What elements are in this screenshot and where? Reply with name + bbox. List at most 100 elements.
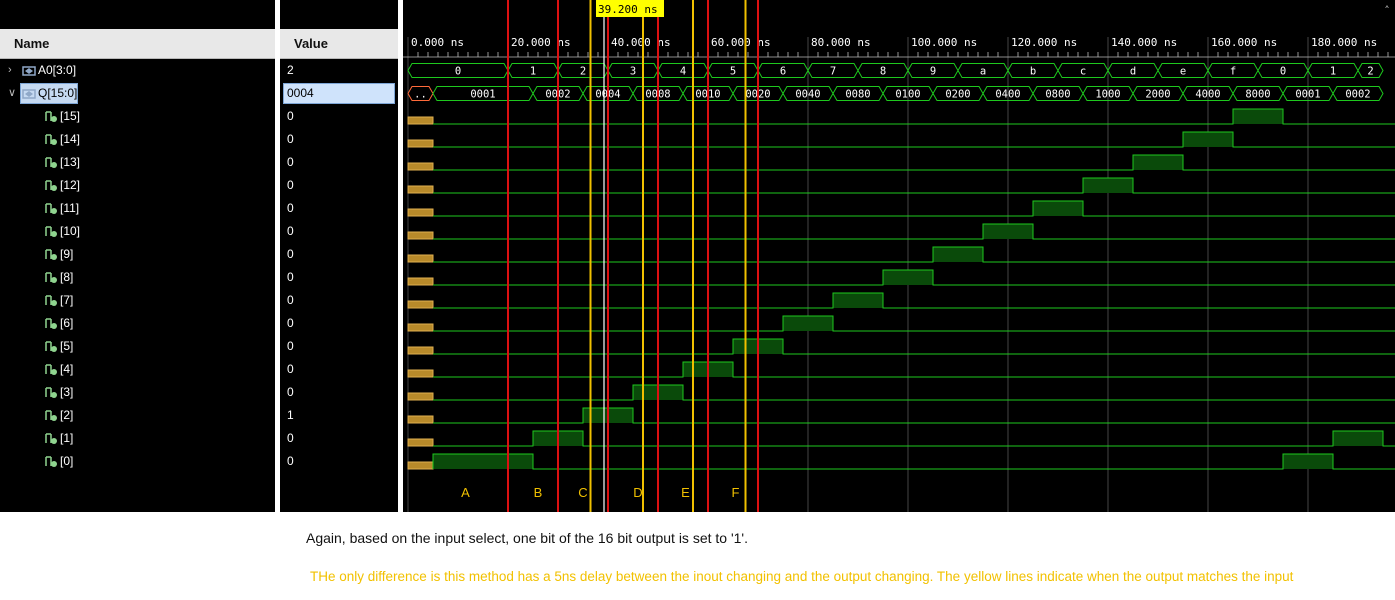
signal-value: 0: [287, 178, 294, 192]
signal-value: 0: [287, 109, 294, 123]
q-bus-value-label: 4000: [1195, 89, 1220, 101]
signal-row[interactable]: [2] 1: [0, 404, 398, 427]
signal-row[interactable]: [5] 0: [0, 335, 398, 358]
time-tick-label: 180.000 ns: [1311, 36, 1377, 49]
a0-bus-value-label: 1: [1330, 66, 1336, 78]
bit-high-fill: [1333, 431, 1383, 446]
bit-waveform-11[interactable]: [433, 200, 1395, 217]
signal-row[interactable]: [12] 0: [0, 174, 398, 197]
signal-row[interactable]: [8] 0: [0, 266, 398, 289]
value-column-header[interactable]: Value: [280, 29, 398, 59]
bit-signal-icon: [45, 134, 57, 145]
bit-high-fill: [883, 270, 933, 285]
q-bus-value-label: 0001: [470, 89, 495, 101]
signal-name: [11]: [60, 201, 80, 215]
signal-name: [14]: [60, 132, 81, 146]
uninitialized-marker: [407, 185, 434, 194]
bit-waveform-5[interactable]: [433, 338, 1395, 355]
bit-signal-icon: [45, 157, 57, 168]
uninitialized-marker: [407, 323, 434, 332]
a0-bus-value-label: 2: [1367, 66, 1373, 78]
uninitialized-marker: [407, 438, 434, 447]
bit-waveform-4[interactable]: [433, 361, 1395, 378]
annotation-label: A: [461, 485, 470, 500]
bit-waveform-0[interactable]: [432, 453, 1395, 470]
signal-row[interactable]: [7] 0: [0, 289, 398, 312]
bit-signal-icon: [45, 272, 57, 283]
bit-signal-icon: [45, 226, 57, 237]
a0-bus-value-label: e: [1180, 66, 1186, 78]
collapse-chevron-icon[interactable]: ∨: [8, 82, 16, 105]
q-bus-value-label: 0200: [945, 89, 970, 101]
signal-row[interactable]: [3] 0: [0, 381, 398, 404]
cursor-time-label: 39.200 ns: [598, 3, 658, 16]
bit-waveform-12[interactable]: [433, 177, 1395, 194]
waveform-canvas[interactable]: 0.000 ns 20.000 ns 40.000 ns 60.000 ns 80.00…: [403, 0, 1395, 512]
a0-bus-value-label: b: [1030, 66, 1036, 78]
bit-signal-icon: [45, 433, 57, 444]
bit-waveform-14[interactable]: [433, 131, 1395, 148]
signal-row[interactable]: [0] 0: [0, 450, 398, 473]
signal-name: [7]: [60, 293, 74, 307]
expand-chevron-icon[interactable]: ›: [8, 59, 12, 82]
bit-high-fill: [1033, 201, 1083, 216]
signal-row[interactable]: [11] 0: [0, 197, 398, 220]
signal-panel: Name Value › A0[3:0] 2 ∨ Q[15:0] 0004 [15] 0 [14…: [0, 0, 398, 512]
bit-waveform-13[interactable]: [433, 154, 1395, 171]
annotation-label: E: [681, 485, 690, 500]
a0-bus-value-label: 1: [530, 66, 536, 78]
annotation-label: C: [578, 485, 587, 500]
signal-value: 0004: [287, 86, 314, 100]
signal-row[interactable]: [1] 0: [0, 427, 398, 450]
a0-bus-value-label: f: [1230, 66, 1236, 78]
uninitialized-marker: [407, 139, 434, 148]
bit-signal-icon: [45, 456, 57, 467]
signal-row[interactable]: › A0[3:0] 2: [0, 59, 398, 82]
uninitialized-marker: [407, 208, 434, 217]
time-tick-label: 40.000 ns: [611, 36, 671, 49]
time-tick-label: 20.000 ns: [511, 36, 571, 49]
uninitialized-marker: [407, 369, 434, 378]
column-splitter[interactable]: [275, 0, 280, 512]
signal-row[interactable]: [15] 0: [0, 105, 398, 128]
signal-row[interactable]: [4] 0: [0, 358, 398, 381]
name-column-header[interactable]: Name: [0, 29, 275, 59]
bit-high-fill: [833, 293, 883, 308]
signal-value: 0: [287, 224, 294, 238]
bit-high-fill: [1083, 178, 1133, 193]
signal-value: 0: [287, 293, 294, 307]
note-text: THe only difference is this method has a…: [310, 569, 1294, 584]
uninitialized-marker: [407, 300, 434, 309]
signal-name: [15]: [60, 109, 81, 123]
bit-signal-icon: [45, 180, 57, 191]
bit-high-fill: [983, 224, 1033, 239]
bit-high-fill: [1133, 155, 1183, 170]
uninitialized-marker: [407, 231, 434, 240]
waveform-viewer: Name Value › A0[3:0] 2 ∨ Q[15:0] 0004 [15] 0 [14…: [0, 0, 1395, 515]
a0-bus-value-label: d: [1130, 66, 1136, 78]
bit-waveform-3[interactable]: [433, 384, 1395, 401]
time-tick-label: 80.000 ns: [811, 36, 871, 49]
a0-bus-value-label: 7: [830, 66, 836, 78]
q-bus-value-label: 0040: [795, 89, 820, 101]
time-tick-label: 140.000 ns: [1111, 36, 1177, 49]
caption-text: Again, based on the input select, one bi…: [306, 530, 748, 546]
signal-row[interactable]: [6] 0: [0, 312, 398, 335]
bit-waveform-7[interactable]: [433, 292, 1395, 309]
bit-waveform-9[interactable]: [433, 246, 1395, 263]
bit-high-fill: [783, 316, 833, 331]
bit-waveform-6[interactable]: [433, 315, 1395, 332]
bit-waveform-2[interactable]: [433, 407, 1395, 424]
signal-row[interactable]: [14] 0: [0, 128, 398, 151]
q-bus-value-label: 2000: [1145, 89, 1170, 101]
scroll-up-icon[interactable]: ˄: [1384, 4, 1390, 17]
uninitialized-marker: [407, 461, 434, 470]
signal-row[interactable]: [9] 0: [0, 243, 398, 266]
uninitialized-marker: [407, 392, 434, 401]
signal-row[interactable]: ∨ Q[15:0] 0004: [0, 82, 398, 105]
bit-waveform-10[interactable]: [433, 223, 1395, 240]
waveform-area[interactable]: 0.000 ns 20.000 ns 40.000 ns 60.000 ns 80.00…: [403, 0, 1395, 512]
a0-bus-value-label: 6: [780, 66, 786, 78]
signal-row[interactable]: [13] 0: [0, 151, 398, 174]
signal-row[interactable]: [10] 0: [0, 220, 398, 243]
